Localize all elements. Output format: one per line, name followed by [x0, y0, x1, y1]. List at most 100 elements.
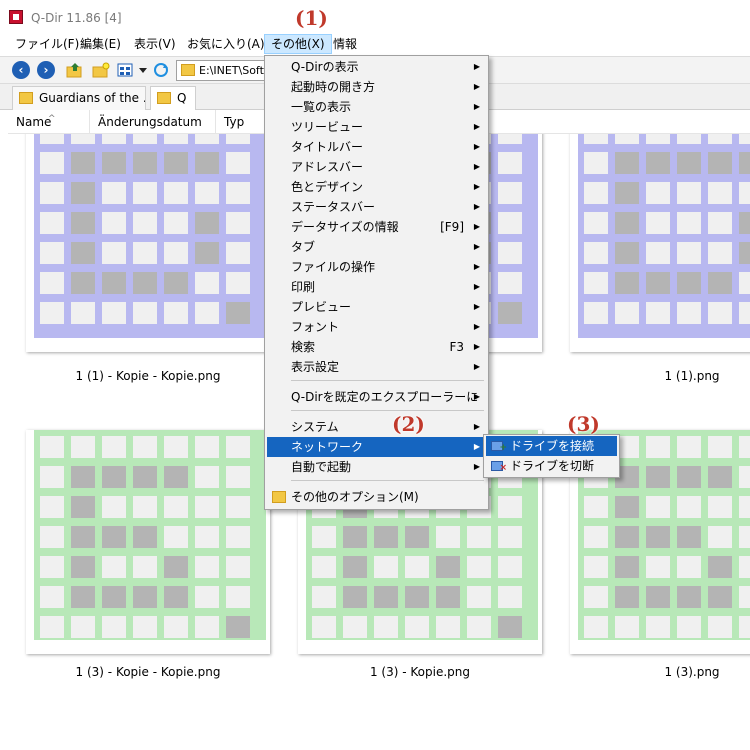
menu-item[interactable]: Q-Dirを既定のエクスプローラーに ▶	[267, 387, 486, 407]
menu-item[interactable]: ツリービュー ▶	[267, 117, 486, 137]
menu-item[interactable]: Q-Dirの表示 ▶	[267, 57, 486, 77]
menu-item[interactable]: アドレスバー ▶	[267, 157, 486, 177]
pixel-cell	[467, 526, 491, 548]
image-preview	[34, 134, 266, 338]
menu-item[interactable]: タイトルバー ▶	[267, 137, 486, 157]
back-arrow-icon[interactable]: ‹	[12, 61, 30, 79]
menu-item[interactable]: プレビュー ▶	[267, 297, 486, 317]
pixel-cell	[646, 134, 670, 144]
pixel-cell	[646, 242, 670, 264]
pixel-cell	[739, 556, 750, 578]
image-thumbnail[interactable]	[26, 430, 270, 654]
pixel-cell	[677, 152, 701, 174]
menu-item[interactable]: 一覧の表示 ▶	[267, 97, 486, 117]
menu-item[interactable]: タブ ▶	[267, 237, 486, 257]
menu-item-label: Q-Dirの表示	[291, 60, 359, 74]
callout-1: (1)	[295, 6, 328, 30]
pixel-cell	[708, 152, 732, 174]
pixel-cell	[195, 556, 219, 578]
pixel-cell	[708, 496, 732, 518]
image-thumbnail[interactable]	[26, 134, 270, 352]
menu-item[interactable]: 表示設定 ▶	[267, 357, 486, 377]
menu-item[interactable]: ファイルの操作 ▶	[267, 257, 486, 277]
pixel-cell	[739, 242, 750, 264]
window-title: Q-Dir 11.86 [4]	[31, 11, 122, 25]
pixel-cell	[615, 182, 639, 204]
pixel-cell	[40, 152, 64, 174]
up-folder-icon[interactable]	[66, 62, 84, 78]
menu-other[interactable]: その他(X)	[264, 34, 332, 54]
column-name[interactable]: ^ Name	[8, 110, 90, 134]
pixel-cell	[71, 616, 95, 638]
menu-info[interactable]: 情報	[327, 34, 363, 54]
pixel-cell	[226, 616, 250, 638]
pixel-cell	[708, 272, 732, 294]
view-mode-icon[interactable]	[117, 62, 135, 78]
pixel-cell	[708, 586, 732, 608]
submenu-item[interactable]: + ドライブを接続	[486, 436, 617, 456]
menu-item[interactable]: データサイズの情報 [F9] ▶	[267, 217, 486, 237]
pixel-cell	[584, 242, 608, 264]
pixel-cell	[71, 526, 95, 548]
submenu-arrow-icon: ▶	[473, 442, 480, 451]
menu-item[interactable]: 起動時の開き方 ▶	[267, 77, 486, 97]
submenu-item[interactable]: × ドライブを切断	[486, 456, 617, 476]
pixel-cell	[164, 616, 188, 638]
pixel-cell	[102, 436, 126, 458]
submenu-arrow-icon: ▶	[473, 342, 480, 351]
menu-item[interactable]: フォント ▶	[267, 317, 486, 337]
file-name-caption[interactable]: 1 (3).png	[570, 665, 750, 679]
pixel-cell	[677, 436, 701, 458]
pixel-cell	[677, 212, 701, 234]
pixel-cell	[615, 242, 639, 264]
menu-item[interactable]: ネットワーク ▶	[267, 437, 486, 457]
menu-item-label: ステータスバー	[291, 200, 376, 214]
pixel-cell	[195, 466, 219, 488]
pixel-cell	[739, 466, 750, 488]
menu-item[interactable]: 色とデザイン ▶	[267, 177, 486, 197]
refresh-icon[interactable]	[153, 62, 171, 78]
pixel-cell	[584, 526, 608, 548]
menu-item[interactable]: その他のオプション(M)	[267, 487, 486, 507]
menu-favorites[interactable]: お気に入り(A)	[181, 34, 271, 54]
file-name-caption[interactable]: 1 (3) - Kopie - Kopie.png	[26, 665, 270, 679]
menu-item[interactable]: 検索 F3 ▶	[267, 337, 486, 357]
pixel-cell	[405, 586, 429, 608]
menu-item[interactable]: ステータスバー ▶	[267, 197, 486, 217]
pixel-cell	[498, 242, 522, 264]
pixel-cell	[739, 134, 750, 144]
pixel-cell	[226, 586, 250, 608]
pixel-cell	[615, 152, 639, 174]
title-bar: Q-Dir 11.86 [4]	[0, 0, 750, 32]
submenu-arrow-icon: ▶	[473, 222, 480, 231]
column-modified[interactable]: Änderungsdatum	[90, 110, 216, 134]
address-bar[interactable]: E:\INET\Soft	[176, 60, 276, 81]
pixel-cell	[615, 272, 639, 294]
pixel-cell	[164, 526, 188, 548]
forward-arrow-icon[interactable]: ›	[37, 61, 55, 79]
menu-item-label: Q-Dirを既定のエクスプローラーに	[291, 390, 479, 404]
menu-item[interactable]: 自動で起動 ▶	[267, 457, 486, 477]
pixel-cell	[102, 616, 126, 638]
pixel-cell	[708, 466, 732, 488]
tab-guardians[interactable]: Guardians of the ...	[12, 86, 146, 110]
pixel-cell	[71, 436, 95, 458]
file-name-caption[interactable]: 1 (1) - Kopie - Kopie.png	[26, 369, 270, 383]
menu-item[interactable]: システム ▶	[267, 417, 486, 437]
file-name-caption[interactable]: 1 (3) - Kopie.png	[298, 665, 542, 679]
pixel-cell	[739, 496, 750, 518]
menu-edit[interactable]: 編集(E)	[74, 34, 127, 54]
pixel-cell	[226, 302, 250, 324]
menu-view[interactable]: 表示(V)	[128, 34, 182, 54]
pixel-cell	[498, 556, 522, 578]
image-thumbnail[interactable]	[570, 134, 750, 352]
menu-item-label: プレビュー	[291, 300, 352, 314]
tab-q[interactable]: Q	[150, 86, 196, 111]
file-name-caption[interactable]: 1 (1).png	[570, 369, 750, 383]
new-folder-icon[interactable]	[92, 62, 110, 78]
menu-item-label: その他のオプション(M)	[291, 490, 419, 504]
menu-item[interactable]: 印刷 ▶	[267, 277, 486, 297]
menu-item-label: システム	[291, 420, 339, 434]
pixel-cell	[102, 134, 126, 144]
menu-item-label: 検索	[291, 340, 316, 354]
